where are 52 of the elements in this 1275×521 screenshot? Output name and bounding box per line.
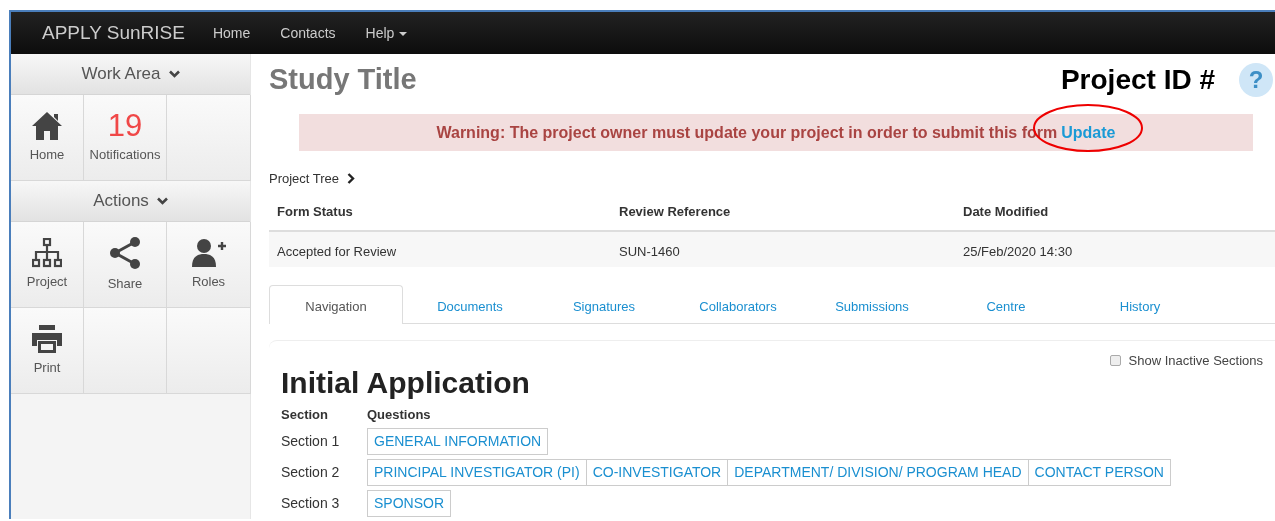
section-heading: Initial Application xyxy=(281,364,531,401)
question-link[interactable]: DEPARTMENT/ DIVISION/ PROGRAM HEAD xyxy=(728,459,1029,486)
section-label: Section 1 xyxy=(281,432,341,451)
question-link[interactable]: SPONSOR xyxy=(367,490,451,517)
tile-label: Home xyxy=(29,145,65,164)
table-cell: Accepted for Review xyxy=(269,232,611,267)
sidebar-tile[interactable]: Print xyxy=(11,308,84,394)
table-cell: SUN-1460 xyxy=(611,232,955,267)
hierarchy-icon xyxy=(32,237,62,268)
tile-label: Print xyxy=(33,358,61,377)
project-id-label: Project ID # xyxy=(1060,63,1215,97)
question-link[interactable]: PRINCIPAL INVESTIGATOR (PI) xyxy=(367,459,587,486)
column-header: Section xyxy=(281,405,329,424)
tab[interactable]: Documents xyxy=(403,285,537,323)
person-add-icon xyxy=(191,237,226,268)
project-tree-link[interactable]: Project Tree xyxy=(269,169,340,189)
question-link[interactable]: CO-INVESTIGATOR xyxy=(586,459,729,486)
house-icon xyxy=(31,110,63,141)
table-cell: 25/Feb/2020 14:30 xyxy=(955,232,1275,267)
question-link[interactable]: GENERAL INFORMATION xyxy=(367,428,549,455)
notifications-tile[interactable]: 19 Notifications xyxy=(84,95,167,181)
tab[interactable]: Signatures xyxy=(537,285,671,323)
app-brand[interactable]: APPLY SunRISE xyxy=(42,18,185,48)
page-title: Study Title xyxy=(269,62,417,98)
tile-label: Roles xyxy=(191,272,226,291)
printer-icon xyxy=(31,323,63,354)
tab[interactable]: Collaborators xyxy=(671,285,805,323)
sidebar-tile[interactable]: Home xyxy=(11,95,84,181)
tab[interactable]: History xyxy=(1073,285,1207,323)
section-label: Section 3 xyxy=(281,494,341,513)
tab[interactable]: Submissions xyxy=(805,285,939,323)
sidebar-tile[interactable]: Share xyxy=(84,222,167,308)
sidebar-tile[interactable]: Project xyxy=(11,222,84,308)
chevron-down-icon xyxy=(168,70,180,78)
tile-label: Project xyxy=(26,272,68,291)
chevron-down-icon xyxy=(156,197,168,205)
tab[interactable]: Navigation xyxy=(269,285,403,324)
tab[interactable]: Centre xyxy=(939,285,1073,323)
checkbox[interactable] xyxy=(1109,355,1121,367)
share-icon xyxy=(108,235,142,270)
column-header: Questions xyxy=(367,405,432,424)
tile-label: Share xyxy=(107,274,143,293)
nav-link[interactable]: Home xyxy=(212,22,251,44)
nav-link[interactable]: Contacts xyxy=(280,22,336,44)
checkbox-label: Show Inactive Sections xyxy=(1128,352,1263,370)
notification-count: 19 xyxy=(107,110,143,142)
section-label: Section 2 xyxy=(281,463,341,482)
tile-label: Notifications xyxy=(89,146,161,165)
nav-link[interactable]: Help xyxy=(365,22,408,44)
chevron-right-icon xyxy=(347,173,356,185)
sidebar-tile[interactable]: Roles xyxy=(167,222,251,308)
question-link[interactable]: CONTACT PERSON xyxy=(1028,459,1171,486)
